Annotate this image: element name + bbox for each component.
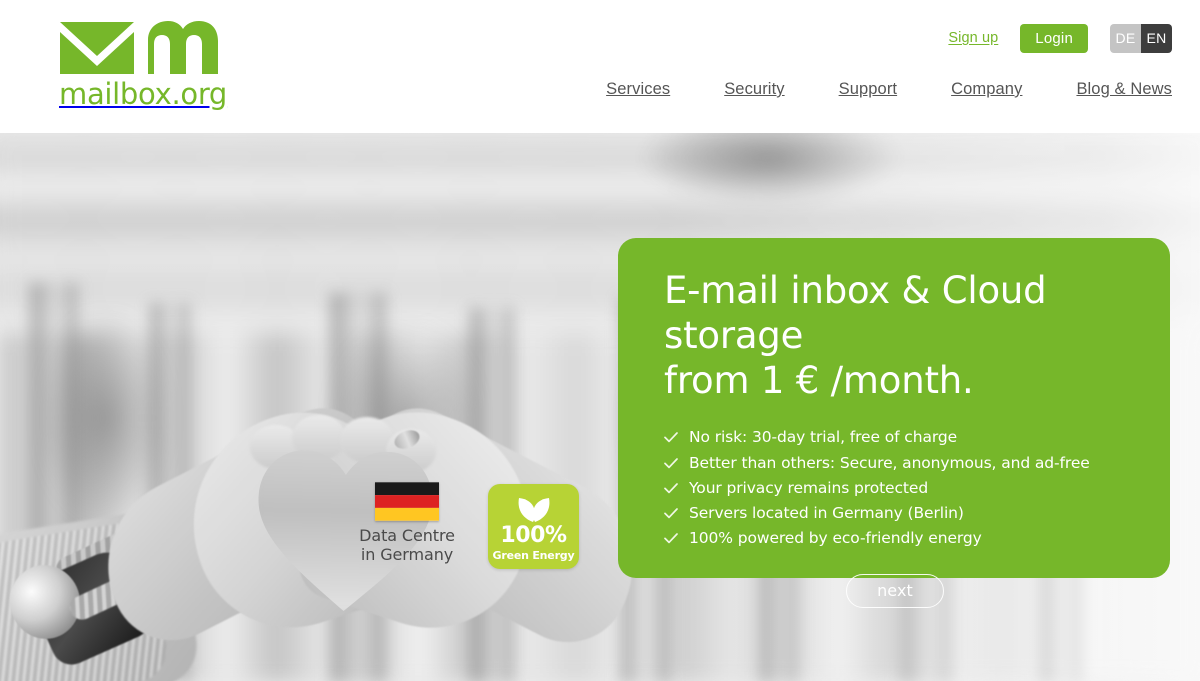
hero-promo-panel: E-mail inbox & Cloud storage from 1 € /m… — [618, 238, 1170, 608]
nav-item-support[interactable]: Support — [812, 80, 925, 99]
next-button[interactable]: next — [846, 573, 944, 608]
promo-feature-text: Your privacy remains protected — [689, 478, 929, 497]
site-header: mailbox.org Sign up Login DE EN Services… — [0, 0, 1200, 133]
nav-item-company[interactable]: Company — [924, 80, 1049, 99]
data-centre-line-1: Data Centre — [359, 526, 455, 545]
envelope-m-logo-icon — [60, 21, 218, 74]
logo-wordmark: mailbox.org — [59, 77, 228, 111]
check-icon — [664, 457, 678, 468]
promo-feature-text: 100% powered by eco-friendly energy — [689, 529, 982, 548]
signup-link[interactable]: Sign up — [948, 30, 998, 46]
promo-heading-line-1: E-mail inbox & Cloud storage — [664, 269, 1047, 358]
language-toggle[interactable]: DE EN — [1110, 23, 1172, 53]
data-centre-germany-badge: Data Centre in Germany — [347, 482, 467, 565]
promo-cta-wrap: next — [664, 573, 1126, 608]
promo-heading-line-2: from 1 € /month. — [664, 359, 974, 403]
promo-feature-item: No risk: 30-day trial, free of charge — [664, 425, 1126, 450]
promo-feature-item: Servers located in Germany (Berlin) — [664, 501, 1126, 526]
nav-item-security[interactable]: Security — [697, 80, 811, 99]
check-icon — [664, 508, 678, 519]
check-icon — [664, 533, 678, 544]
nav-item-services[interactable]: Services — [579, 80, 697, 99]
german-flag-icon — [375, 482, 439, 521]
data-centre-line-2: in Germany — [360, 544, 454, 564]
promo-heading: E-mail inbox & Cloud storage from 1 € /m… — [664, 268, 1126, 403]
promo-feature-item: 100% powered by eco-friendly energy — [664, 526, 1126, 551]
promo-feature-text: Servers located in Germany (Berlin) — [689, 504, 964, 523]
green-energy-percent: 100% — [500, 522, 567, 548]
leaf-icon — [518, 497, 549, 522]
green-energy-badge: 100% Green Energy — [488, 484, 579, 569]
check-icon — [664, 483, 678, 494]
hands-heart-illustration — [0, 133, 664, 681]
site-logo[interactable]: mailbox.org — [58, 16, 288, 116]
header-utility-bar: Sign up Login DE EN — [948, 22, 1172, 54]
language-option-en[interactable]: EN — [1141, 23, 1172, 53]
promo-feature-text: Better than others: Secure, anonymous, a… — [689, 453, 1090, 472]
main-navigation: Services Security Support Company Blog &… — [579, 80, 1172, 99]
language-option-de[interactable]: DE — [1110, 23, 1141, 53]
promo-feature-item: Your privacy remains protected — [664, 476, 1126, 501]
green-energy-label: Green Energy — [492, 548, 575, 562]
hero-section: Data Centre in Germany 100% Green Energy… — [0, 133, 1200, 681]
page-root: mailbox.org Sign up Login DE EN Services… — [0, 0, 1200, 681]
promo-feature-list: No risk: 30-day trial, free of charge Be… — [664, 425, 1126, 551]
nav-item-blog-news[interactable]: Blog & News — [1049, 80, 1172, 99]
login-button[interactable]: Login — [1020, 23, 1088, 53]
promo-feature-text: No risk: 30-day trial, free of charge — [689, 428, 958, 447]
check-icon — [664, 432, 678, 443]
promo-feature-item: Better than others: Secure, anonymous, a… — [664, 451, 1126, 476]
